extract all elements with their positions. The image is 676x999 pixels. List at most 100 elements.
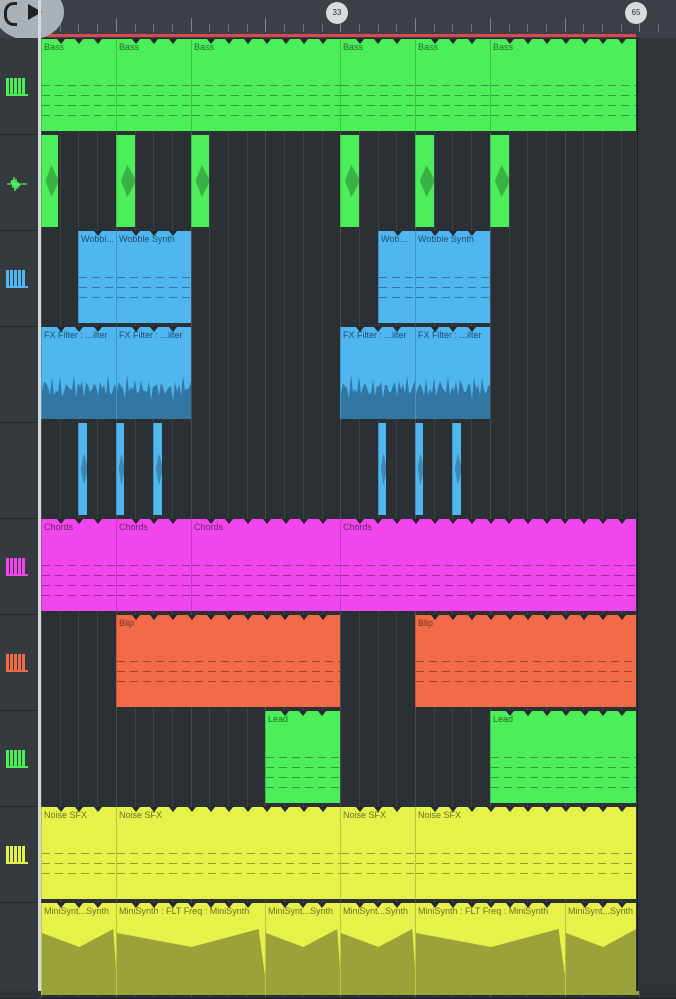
pattern-clip[interactable] — [41, 135, 58, 227]
pattern-clip[interactable]: MiniSynt...Synth — [565, 903, 639, 995]
clip-notch — [468, 519, 476, 524]
pattern-clip[interactable]: FX Filter : ...ilter — [41, 327, 116, 419]
pattern-clip[interactable]: Bass — [116, 39, 191, 131]
track-lane[interactable] — [41, 422, 676, 519]
ruler-tick — [471, 24, 472, 32]
piano-icon[interactable] — [6, 270, 28, 288]
pattern-clip[interactable]: Bass — [415, 39, 490, 131]
piano-icon[interactable] — [6, 750, 28, 768]
audio-waveform — [416, 363, 490, 419]
track-header[interactable] — [0, 38, 38, 135]
pattern-clip[interactable]: Bass — [490, 39, 639, 131]
pattern-clip[interactable]: Chords — [191, 519, 340, 611]
pattern-clip[interactable] — [153, 423, 162, 515]
track-header[interactable] — [0, 518, 38, 615]
piano-icon[interactable] — [6, 654, 28, 672]
pattern-clip[interactable]: Bass — [340, 39, 415, 131]
pattern-clip[interactable]: Lead — [490, 711, 639, 803]
track-lane[interactable]: MiniSynt...Synth MiniSynth : FLT Freq : M… — [41, 902, 676, 999]
grid-line — [135, 134, 136, 230]
clip-notch — [132, 39, 140, 44]
pattern-clip[interactable] — [340, 135, 359, 227]
track-lane[interactable]: Noise SFX Noise SFX Noise SFX Noise SFX — [41, 806, 676, 903]
loop-range-bar[interactable] — [38, 34, 636, 37]
grid-line — [247, 326, 248, 422]
track-header[interactable] — [0, 806, 38, 903]
track-lane[interactable]: Blip Blip — [41, 614, 676, 711]
pattern-clip[interactable]: Chords — [116, 519, 191, 611]
rewind-icon[interactable] — [4, 2, 17, 26]
pattern-clip[interactable] — [116, 423, 124, 515]
grid-line — [303, 134, 304, 230]
pattern-clip[interactable] — [452, 423, 461, 515]
track-lane[interactable]: FX Filter : ...ilter FX Filter : ...ilter… — [41, 326, 676, 423]
pattern-clip[interactable]: MiniSynt...Synth — [41, 903, 116, 995]
track-lane[interactable]: Lead Lead — [41, 710, 676, 807]
note-row — [42, 863, 116, 864]
track-lane[interactable]: Chords Chords Chords Chords — [41, 518, 676, 615]
playlist-grid[interactable]: Bass Bass Bass Bass Bass Bass Wobbl... Wobble S… — [41, 38, 676, 991]
pattern-clip[interactable]: FX Filter : ...ilter — [340, 327, 415, 419]
grid-line — [247, 230, 248, 326]
clip-notch — [468, 231, 476, 236]
pattern-clip[interactable]: Wobbl... — [78, 231, 116, 323]
track-lane[interactable] — [41, 134, 676, 231]
track-header[interactable] — [0, 326, 38, 423]
track-header[interactable] — [0, 422, 38, 519]
track-header[interactable] — [0, 710, 38, 807]
pattern-clip[interactable]: Noise SFX — [415, 807, 639, 899]
clip-notch — [225, 615, 233, 620]
pattern-clip[interactable]: MiniSynth : FLT Freq : MiniSynth — [415, 903, 565, 995]
bar-marker-33[interactable]: 33 — [326, 2, 348, 24]
ruler-tick — [359, 24, 360, 32]
pattern-clip[interactable]: Chords — [41, 519, 116, 611]
pattern-clip[interactable]: Noise SFX — [116, 807, 340, 899]
pattern-clip[interactable]: Wobble Synth — [116, 231, 191, 323]
pattern-clip[interactable]: Bass — [191, 39, 340, 131]
pattern-clip[interactable]: FX Filter : ...ilter — [415, 327, 490, 419]
grid-line — [378, 710, 379, 806]
track-lane[interactable]: Wobbl... Wobble Synth Wobbl... Wobble Synth — [41, 230, 676, 327]
note-row — [117, 277, 191, 278]
clip-notch — [169, 327, 177, 332]
pattern-clip[interactable] — [78, 423, 87, 515]
pattern-clip[interactable]: MiniSynt...Synth — [340, 903, 415, 995]
pattern-clip[interactable] — [415, 423, 423, 515]
pattern-clip[interactable]: Noise SFX — [41, 807, 116, 899]
pattern-clip[interactable]: Noise SFX — [340, 807, 415, 899]
track-header[interactable] — [0, 230, 38, 327]
clip-notch — [449, 327, 457, 332]
grid-line — [583, 326, 584, 422]
pattern-clip[interactable] — [490, 135, 509, 227]
piano-icon[interactable] — [6, 78, 28, 96]
clip-notch — [299, 711, 307, 716]
track-lane[interactable]: Bass Bass Bass Bass Bass Bass — [41, 38, 676, 135]
pattern-clip[interactable] — [116, 135, 135, 227]
piano-icon[interactable] — [6, 558, 28, 576]
pattern-clip[interactable]: MiniSynt...Synth — [265, 903, 340, 995]
track-header[interactable] — [0, 902, 38, 999]
track-header[interactable] — [0, 134, 38, 231]
pattern-clip[interactable]: MiniSynth : FLT Freq : MiniSynth — [116, 903, 265, 995]
grid-line — [265, 326, 266, 422]
pattern-clip[interactable]: Bass — [41, 39, 116, 131]
pattern-clip[interactable]: Wobbl... — [378, 231, 415, 323]
track-header[interactable] — [0, 614, 38, 711]
pattern-clip[interactable]: Chords — [340, 519, 639, 611]
playhead[interactable] — [38, 0, 41, 991]
grid-line — [452, 710, 453, 806]
piano-icon[interactable] — [6, 846, 28, 864]
pattern-clip[interactable]: Wobble Synth — [415, 231, 490, 323]
note-row — [379, 277, 415, 278]
pattern-clip[interactable] — [378, 423, 386, 515]
pattern-clip[interactable]: FX Filter : ...ilter — [116, 327, 191, 419]
bar-marker-65[interactable]: 65 — [625, 2, 647, 24]
pattern-clip[interactable]: Blip — [415, 615, 639, 707]
pattern-clip[interactable]: Blip — [116, 615, 340, 707]
pattern-clip[interactable] — [191, 135, 209, 227]
note-row — [42, 595, 116, 596]
pattern-clip[interactable] — [415, 135, 434, 227]
waveform-icon[interactable] — [6, 174, 28, 190]
timeline-ruler[interactable]: 33 65 — [0, 0, 676, 38]
pattern-clip[interactable]: Lead — [265, 711, 340, 803]
